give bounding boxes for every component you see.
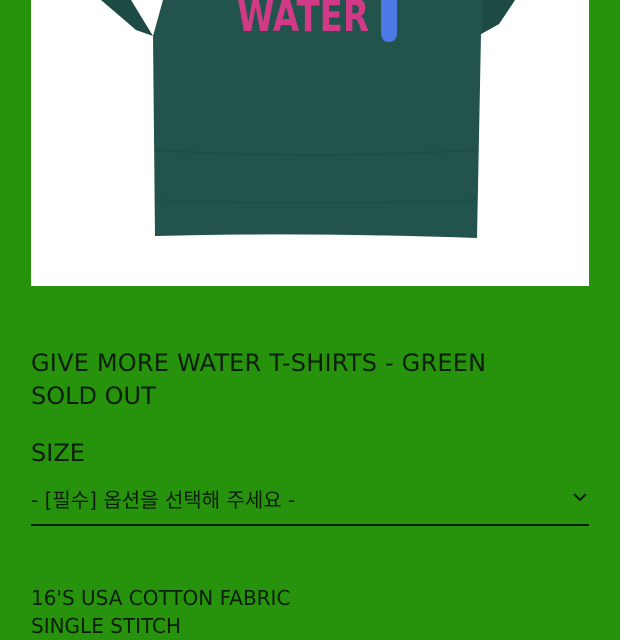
- description-line: 16'S USA COTTON FABRIC: [31, 586, 291, 610]
- size-select[interactable]: - [필수] 옵션을 선택해 주세요 -: [31, 482, 589, 526]
- shirt-right-sleeve: [481, 0, 515, 34]
- tshirt-photo: WATER: [101, 0, 515, 238]
- water-drop-graphic: [381, 0, 397, 42]
- description-line: SINGLE STITCH: [31, 614, 182, 638]
- product-image[interactable]: WATER: [31, 0, 589, 286]
- sold-out-status: SOLD OUT: [31, 382, 156, 410]
- size-label: SIZE: [31, 439, 85, 467]
- shirt-print-text: WATER: [237, 0, 369, 42]
- product-description: 16'S USA COTTON FABRIC SINGLE STITCH: [31, 584, 290, 640]
- size-select-value: - [필수] 옵션을 선택해 주세요 -: [31, 488, 296, 512]
- shirt-left-sleeve: [101, 0, 153, 36]
- product-title: GIVE MORE WATER T-SHIRTS - GREEN: [31, 349, 487, 377]
- chevron-down-icon: [573, 493, 587, 502]
